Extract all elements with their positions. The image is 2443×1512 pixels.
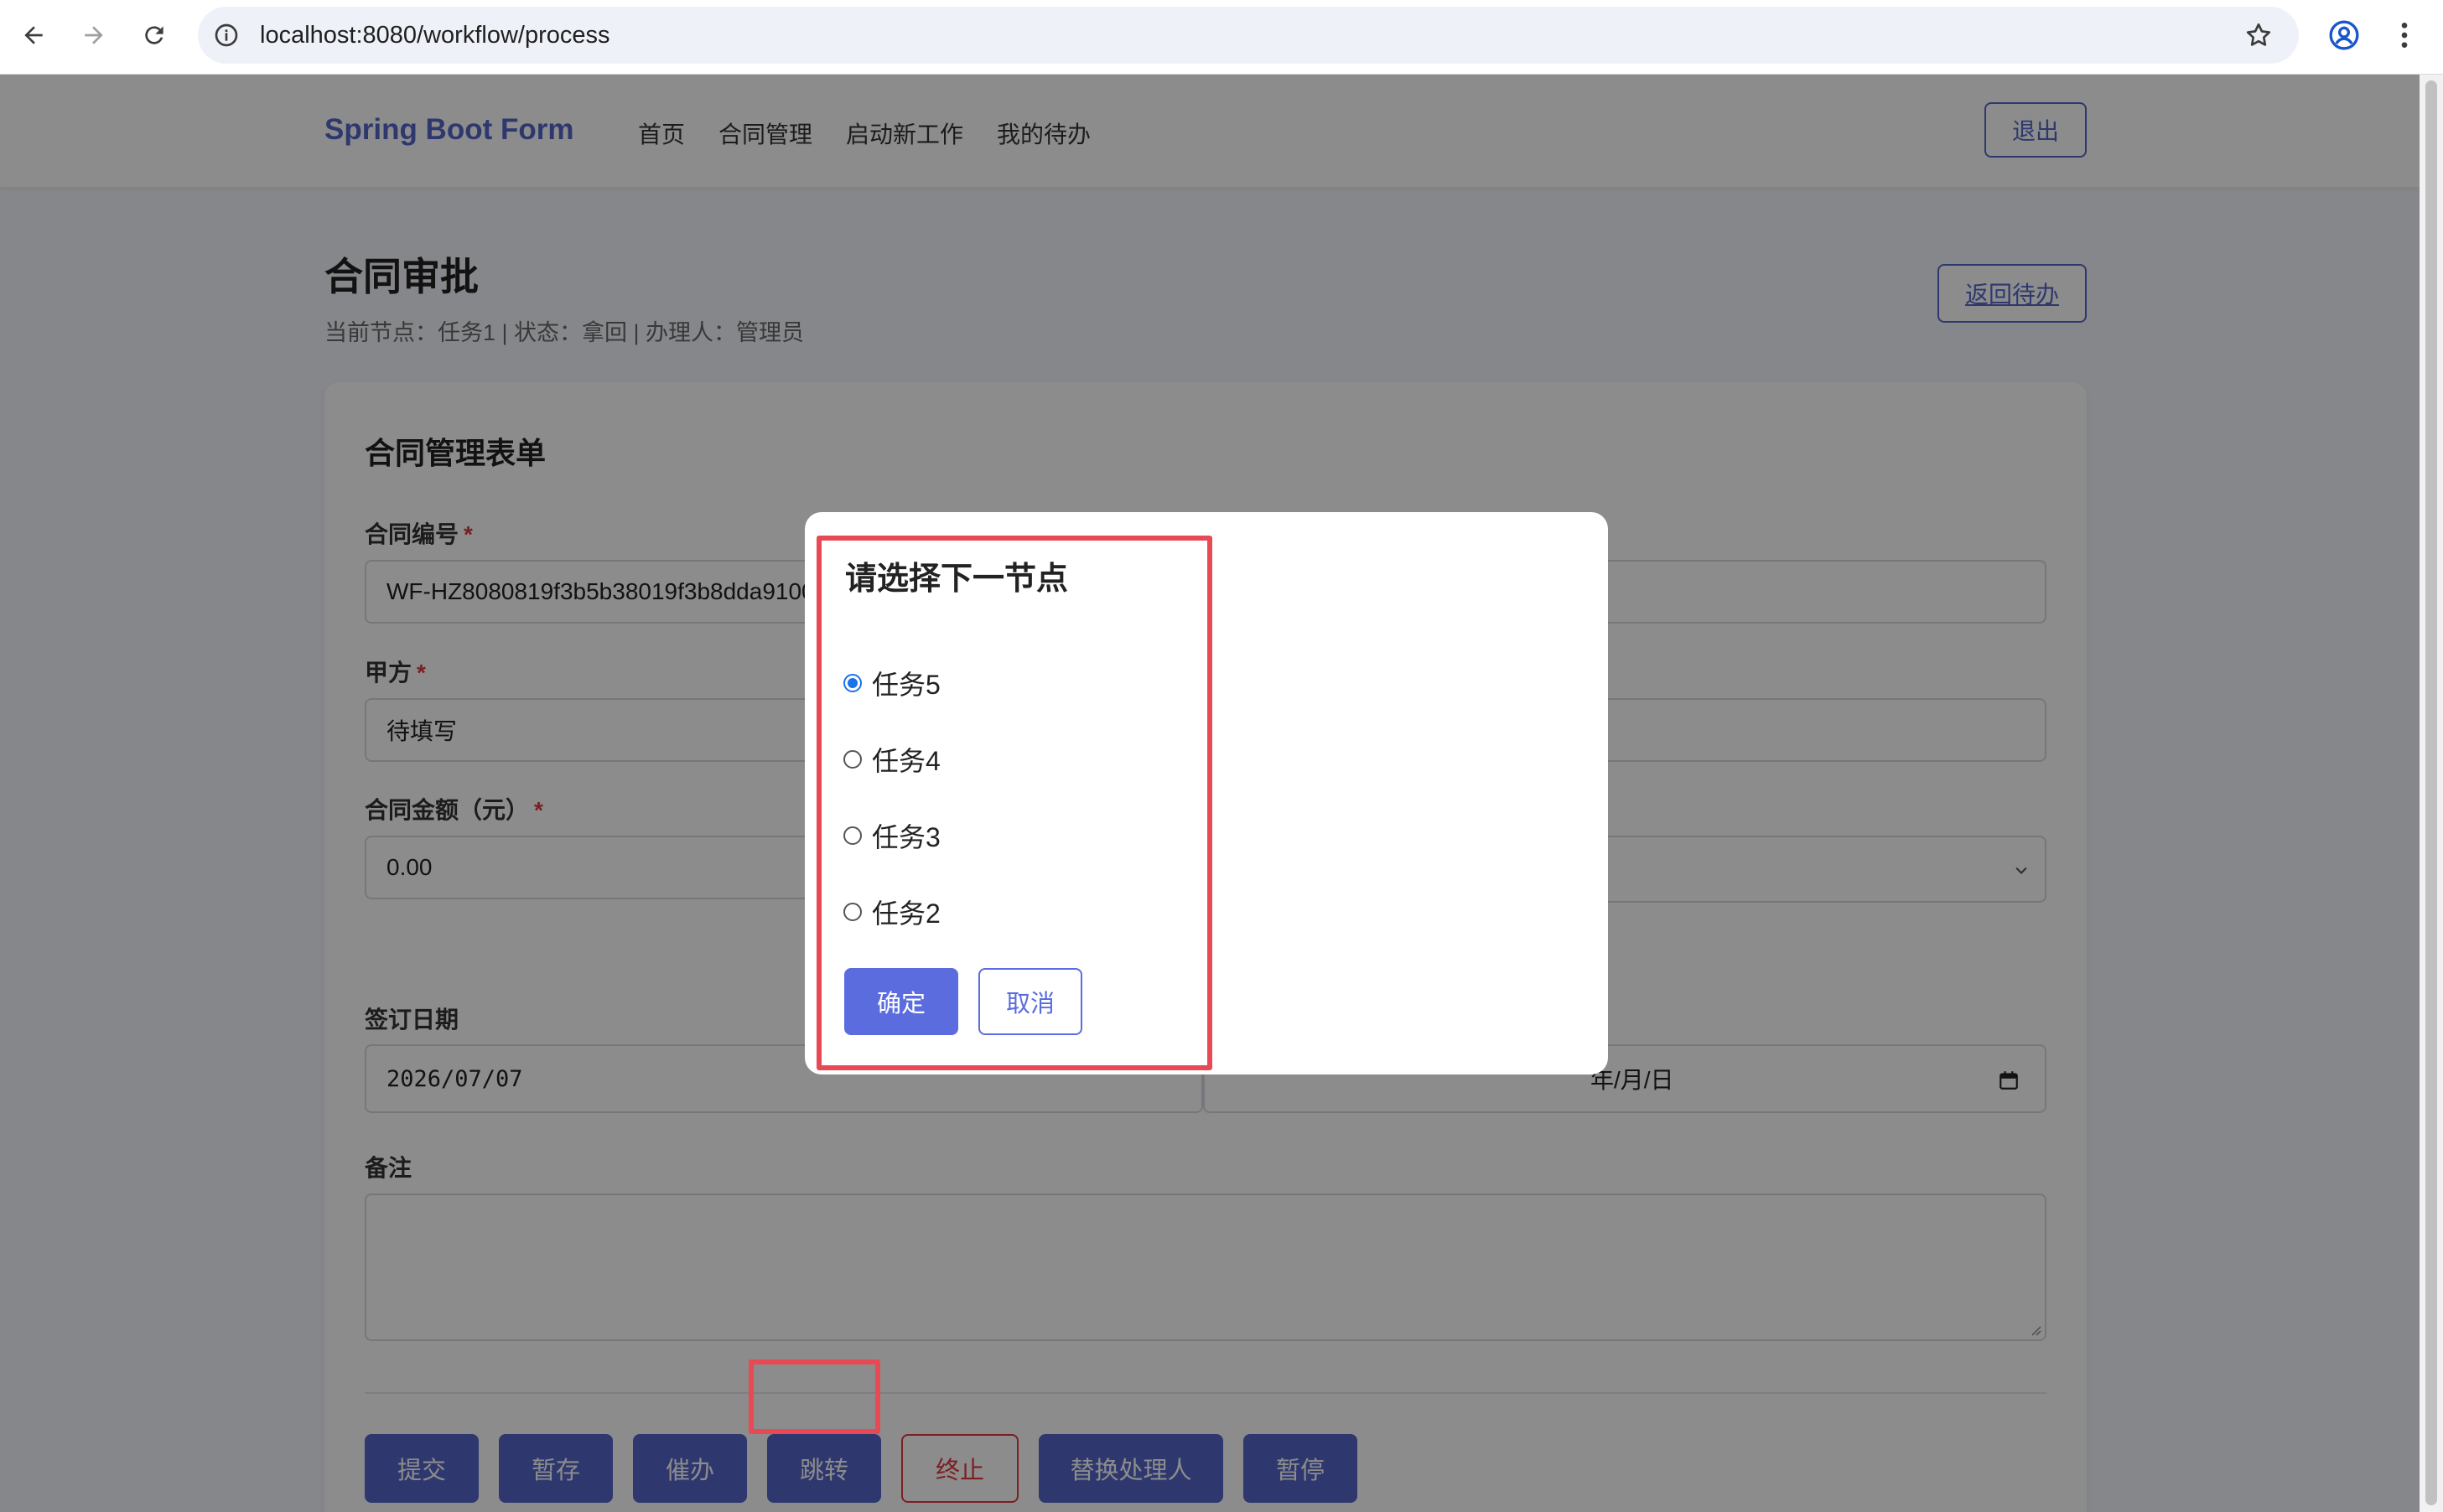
bookmark-star-icon[interactable] bbox=[2243, 20, 2274, 50]
cancel-button[interactable]: 取消 bbox=[978, 968, 1082, 1035]
address-bar[interactable]: localhost:8080/workflow/process bbox=[198, 7, 2299, 64]
scrollbar[interactable] bbox=[2420, 75, 2443, 1512]
node-option[interactable]: 任务2 bbox=[843, 895, 941, 929]
radio-icon[interactable] bbox=[843, 750, 862, 769]
scrollbar-thumb[interactable] bbox=[2425, 80, 2437, 1505]
reload-icon[interactable] bbox=[137, 18, 171, 52]
radio-selected-icon[interactable] bbox=[843, 674, 862, 692]
node-option-label[interactable]: 任务5 bbox=[872, 664, 941, 702]
profile-icon[interactable] bbox=[2327, 18, 2361, 52]
site-info-icon[interactable] bbox=[213, 22, 240, 49]
radio-icon[interactable] bbox=[843, 903, 862, 921]
node-option-label[interactable]: 任务3 bbox=[872, 816, 941, 855]
dialog-title: 请选择下一节点 bbox=[845, 562, 1069, 597]
node-option-label[interactable]: 任务2 bbox=[872, 893, 941, 931]
url-text[interactable]: localhost:8080/workflow/process bbox=[260, 22, 609, 49]
next-node-dialog: 请选择下一节点 任务5 任务4 任务3 任务2 确定 取消 bbox=[805, 512, 1608, 1074]
back-arrow-icon[interactable] bbox=[17, 18, 50, 52]
node-option[interactable]: 任务4 bbox=[843, 743, 941, 776]
forward-arrow-icon[interactable] bbox=[77, 18, 111, 52]
browser-toolbar: localhost:8080/workflow/process bbox=[0, 0, 2443, 75]
node-option[interactable]: 任务5 bbox=[843, 666, 941, 700]
browser-menu-icon[interactable] bbox=[2388, 18, 2421, 52]
node-option[interactable]: 任务3 bbox=[843, 819, 941, 852]
confirm-button[interactable]: 确定 bbox=[844, 968, 958, 1035]
radio-icon[interactable] bbox=[843, 826, 862, 845]
node-option-label[interactable]: 任务4 bbox=[872, 740, 941, 779]
